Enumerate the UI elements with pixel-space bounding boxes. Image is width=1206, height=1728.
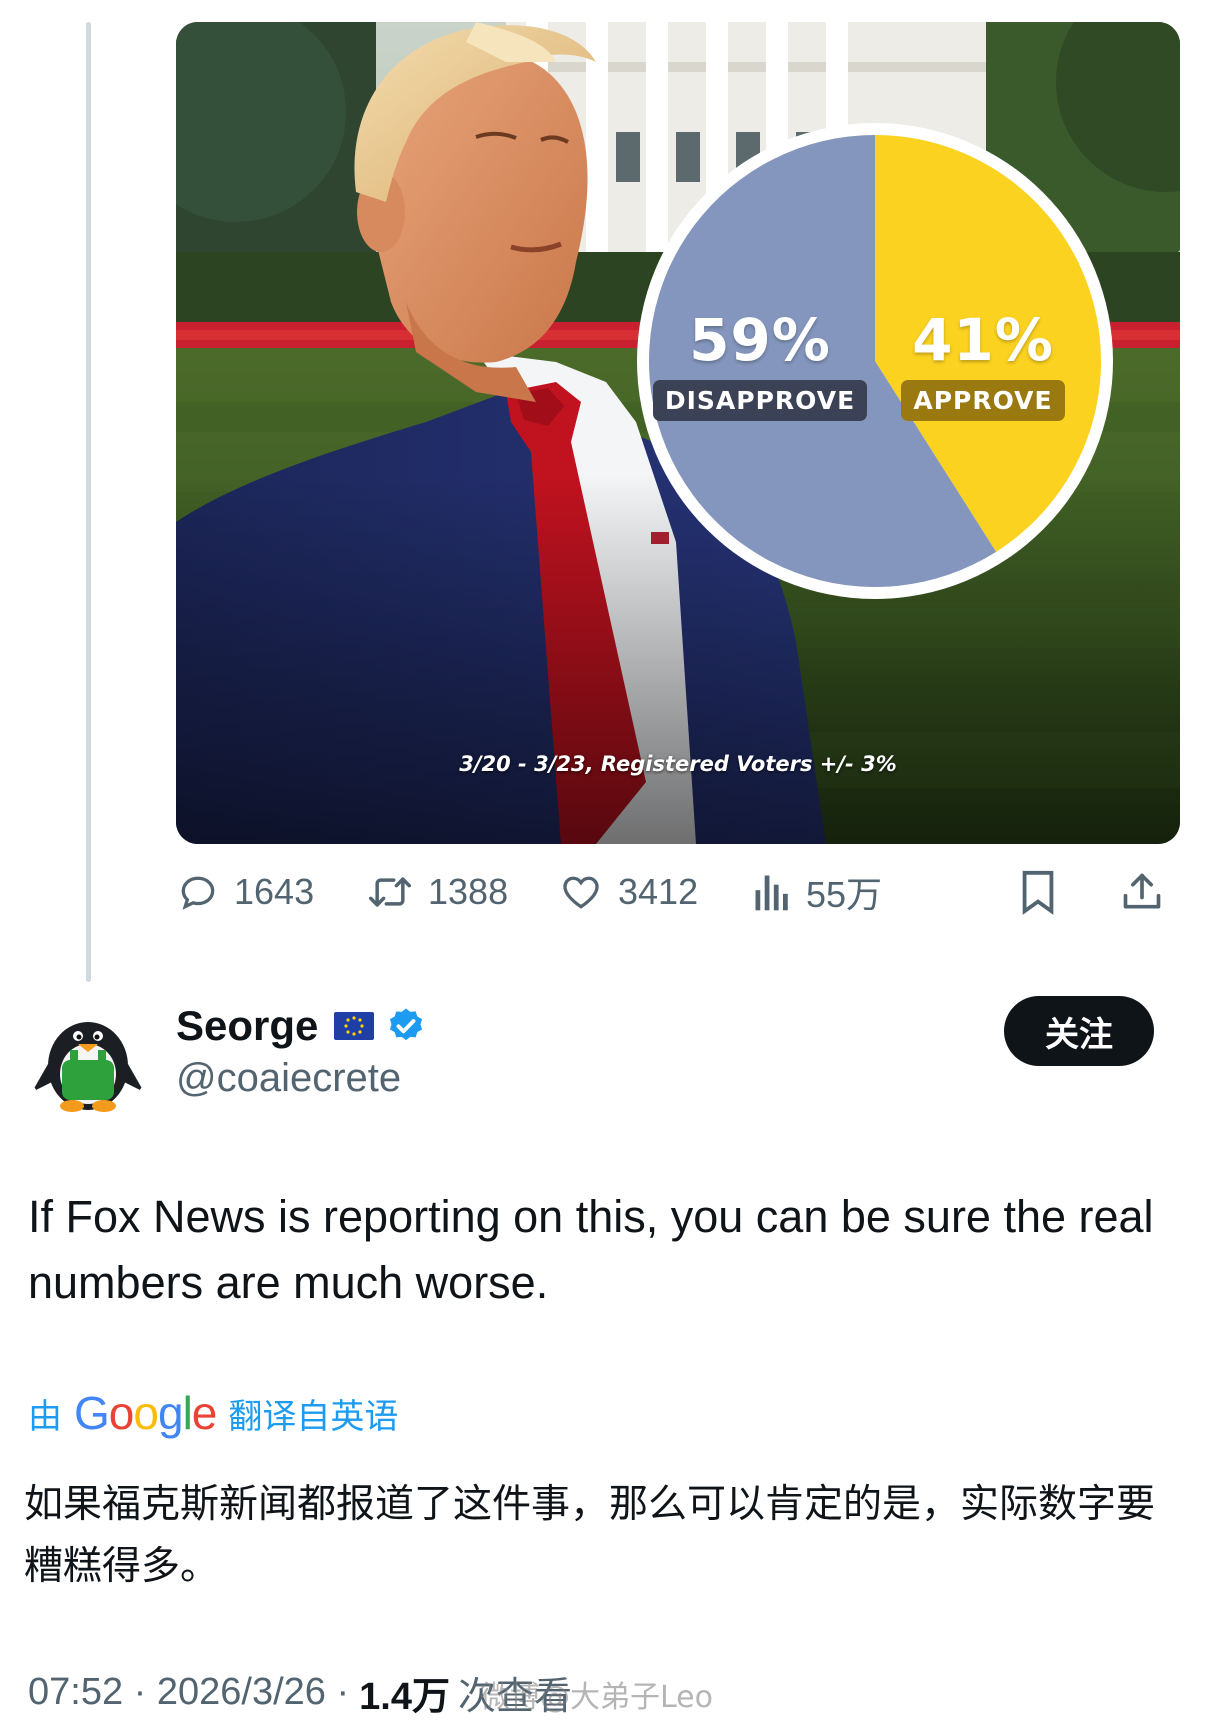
like-button[interactable]: 3412 — [558, 862, 698, 922]
user-name-row[interactable]: Seorge — [176, 1002, 426, 1050]
eu-flag-icon — [334, 1012, 375, 1040]
views-count: 55万 — [806, 874, 883, 915]
google-logo: Google — [74, 1387, 217, 1439]
tweet-media-image[interactable]: 59% DISAPPROVE 41% APPROVE 3/20 - 3/23, … — [176, 22, 1180, 844]
share-button[interactable] — [1120, 862, 1164, 922]
user-handle[interactable]: @coaiecrete — [176, 1056, 401, 1101]
disapprove-percentage: 59% — [689, 306, 831, 374]
tweet-action-bar: 1643 1388 3412 55万 — [176, 862, 1180, 922]
translation-prefix: 由 — [28, 1396, 62, 1437]
penguin-avatar-icon — [26, 994, 150, 1118]
share-icon — [1123, 873, 1161, 909]
poll-footnote: 3/20 - 3/23, Registered Voters +/- 3% — [459, 752, 897, 776]
disapprove-tag: DISAPPROVE — [652, 380, 868, 421]
bookmark-icon — [1022, 870, 1054, 915]
thread-connector-line — [86, 22, 91, 982]
views-button[interactable]: 55万 — [752, 862, 882, 922]
translation-attribution[interactable]: 由 Google 翻译自英语 — [28, 1386, 398, 1440]
reply-icon — [181, 876, 215, 910]
weibo-watermark: 微博@大弟子Leo — [480, 1680, 713, 1715]
heart-icon — [563, 876, 599, 909]
disapprove-label-group: 59% DISAPPROVE — [650, 308, 870, 421]
approval-pie-chart: 59% DISAPPROVE 41% APPROVE — [634, 120, 1116, 602]
retweet-icon — [369, 877, 411, 907]
translation-suffix: 翻译自英语 — [228, 1396, 399, 1437]
tweet-timestamp[interactable]: 07:52 · 2026/3/26 · — [28, 1671, 349, 1714]
approve-tag: APPROVE — [901, 380, 1065, 421]
bookmark-button[interactable] — [1018, 862, 1058, 922]
approve-percentage: 41% — [912, 306, 1054, 374]
translated-text: 如果福克斯新闻都报道了这件事，那么可以肯定的是，实际数字要糟糕得多。 — [24, 1482, 1156, 1589]
retweet-count: 1388 — [428, 871, 509, 912]
verified-badge-icon — [390, 1008, 423, 1041]
analytics-icon — [755, 875, 788, 911]
avatar[interactable] — [26, 994, 150, 1118]
retweet-button[interactable]: 1388 — [366, 862, 508, 922]
tweet-text: If Fox News is reporting on this, you ca… — [28, 1191, 1154, 1308]
like-count: 3412 — [618, 871, 699, 912]
reply-count: 1643 — [234, 871, 315, 912]
view-count: 1.4万 — [359, 1676, 450, 1718]
approve-label-group: 41% APPROVE — [892, 308, 1074, 421]
follow-button[interactable]: 关注 — [1004, 996, 1154, 1066]
display-name[interactable]: Seorge — [176, 1002, 318, 1050]
reply-button[interactable]: 1643 — [176, 862, 314, 922]
